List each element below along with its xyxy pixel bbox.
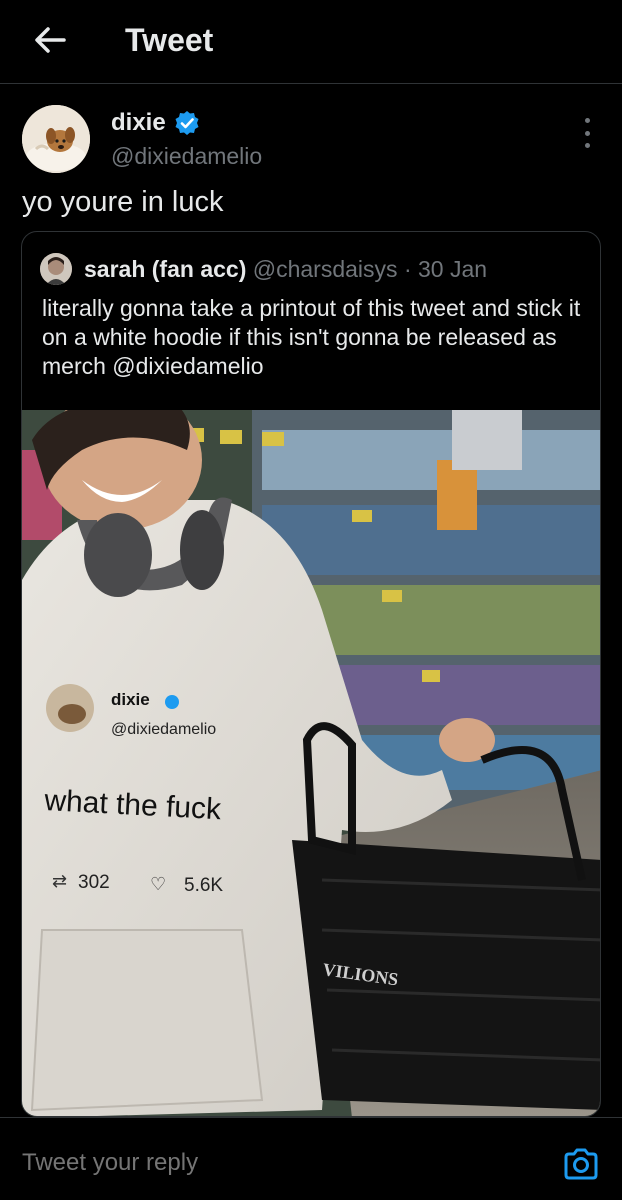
page-title: Tweet [125,22,214,58]
reply-input[interactable] [22,1148,522,1178]
quoted-tweet-card[interactable]: sarah (fan acc) @charsdaisys · 30 Jan li… [21,231,601,1117]
more-options-button[interactable] [574,118,600,148]
more-vertical-icon [584,118,590,123]
author-name[interactable]: dixie [111,108,200,138]
author-avatar[interactable] [22,105,90,173]
tweet-text: yo youre in luck [22,186,224,218]
back-button[interactable] [30,20,70,60]
verified-badge-icon [175,111,199,135]
quoted-tweet-text: literally gonna take a printout of this … [42,294,582,381]
arrow-left-icon [35,27,66,53]
hoodie-print-name: dixie [111,690,150,709]
quoted-author-line: sarah (fan acc) @charsdaisys · 30 Jan [84,254,487,284]
hoodie-print-handle: @dixiedamelio [111,721,216,738]
hoodie-print-likes: 5.6K [184,875,223,896]
author-name-text: dixie [111,109,166,136]
quoted-author-name[interactable]: sarah (fan acc) [84,256,246,282]
author-handle[interactable]: @dixiedamelio [111,141,262,171]
hoodie-print-verified-icon [165,695,179,709]
quoted-tweet-date[interactable]: 30 Jan [418,256,487,282]
quoted-tweet-photo[interactable]: VILIONS dixie @dixiedamelio what the fuc… [22,410,601,1117]
top-bar: Tweet [0,0,622,84]
hoodie-print-retweet-icon: ⇄ [52,871,67,892]
camera-icon[interactable] [562,1145,600,1183]
quoted-author-handle[interactable]: @charsdaisys [253,256,398,282]
hoodie-print-heart-icon: ♡ [150,874,166,895]
reply-bar [0,1117,622,1200]
meta-separator: · [403,256,412,282]
quoted-author-avatar [40,253,72,285]
dog-avatar-image [22,105,90,173]
quoted-tweet-mention[interactable]: @dixiedamelio [112,353,263,379]
hoodie-print-retweets: 302 [78,872,110,893]
